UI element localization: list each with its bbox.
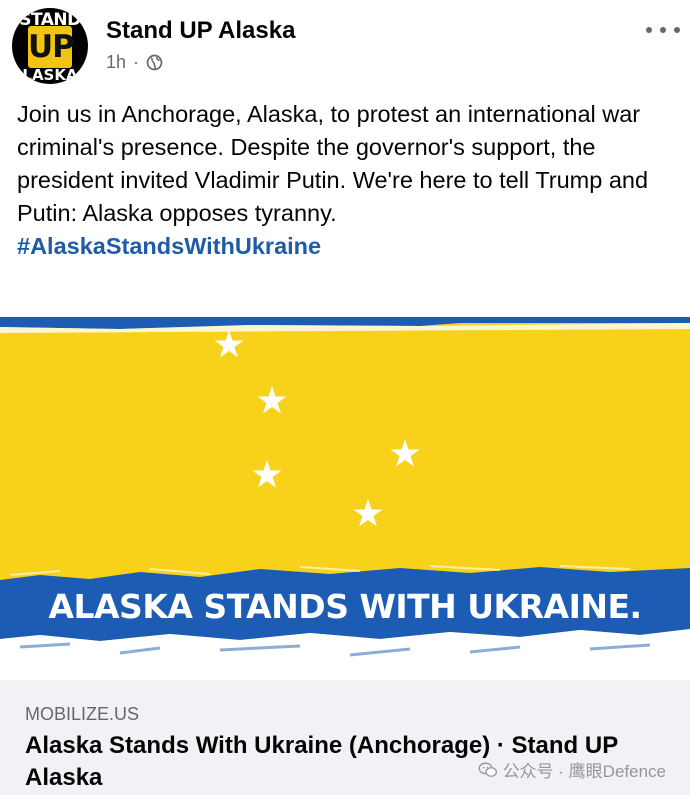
post-header: STAND UP LASKA Stand UP Alaska 1h · [0,0,690,90]
star-icon [257,386,287,414]
banner-caption: ALASKA STANDS WITH UKRAINE. [48,587,642,626]
more-options-icon[interactable] [646,18,680,42]
post-meta: 1h · [106,52,163,73]
avatar-logo-up-text: UP [28,26,75,68]
avatar-logo-bottom-text: LASKA [22,66,78,84]
star-icon [252,460,282,488]
hashtag-link[interactable]: #AlaskaStandsWithUkraine [17,233,321,259]
watermark-text: 公众号 · 鹰眼Defence [502,762,666,781]
star-icon [353,499,383,527]
star-icon [214,330,244,358]
globe-icon[interactable] [146,54,163,71]
post-body: Join us in Anchorage, Alaska, to protest… [17,98,682,263]
wechat-icon [478,762,497,777]
page-name-link[interactable]: Stand UP Alaska [106,17,295,45]
watermark: 公众号 · 鹰眼Defence [478,757,666,782]
star-icon [390,439,420,467]
link-domain: MOBILIZE.US [25,704,140,724]
post-text: Join us in Anchorage, Alaska, to protest… [17,101,649,226]
avatar[interactable]: STAND UP LASKA [12,8,88,84]
post-timestamp[interactable]: 1h [106,52,126,73]
meta-separator: · [133,52,140,72]
